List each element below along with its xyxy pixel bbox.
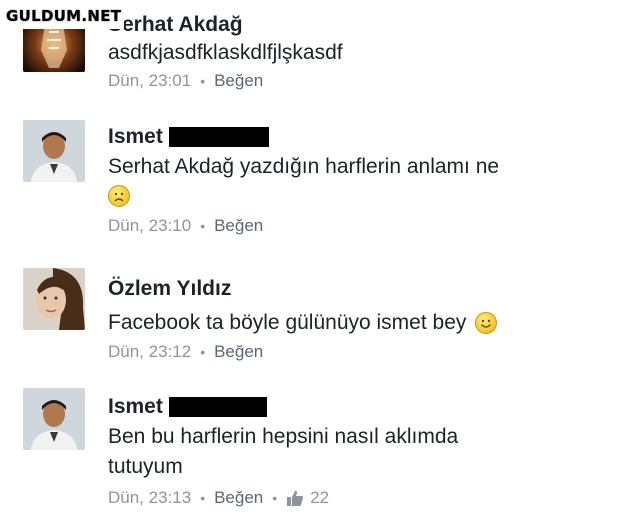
author-name[interactable]: Ismet <box>108 124 614 150</box>
like-button[interactable]: Beğen <box>214 486 263 510</box>
separator-dot: • <box>200 218 206 234</box>
avatar[interactable] <box>23 120 85 182</box>
author-name[interactable]: Ismet <box>108 394 614 420</box>
comment-text: Serhat Akdağ yazdığın harflerin anlamı n… <box>108 155 500 178</box>
avatar[interactable] <box>23 388 85 450</box>
comment-text: Facebook ta böyle gülünüyo ismet bey <box>108 308 614 338</box>
redaction-bar <box>168 397 267 417</box>
separator-dot: • <box>272 490 278 506</box>
separator-dot: • <box>200 490 206 506</box>
comment-text: Ben bu harflerin hepsini nasıl aklımda <box>108 425 459 448</box>
separator-dot: • <box>200 73 206 89</box>
like-button[interactable]: Beğen <box>214 69 263 93</box>
timestamp[interactable]: Dün, 23:01 <box>108 69 191 93</box>
comment-text-continued: tutuyum <box>108 455 183 478</box>
comment-meta: Dün, 23:12 • Beğen <box>108 340 614 364</box>
timestamp[interactable]: Dün, 23:12 <box>108 340 191 364</box>
author-name[interactable]: Özlem Yıldız <box>108 276 614 302</box>
author-name[interactable]: Serhat Akdağ <box>108 12 614 38</box>
smiley-face-icon <box>475 312 498 334</box>
watermark: GULDUM.NET <box>0 3 124 29</box>
like-count[interactable]: 22 <box>310 486 329 510</box>
separator-dot: • <box>200 344 206 360</box>
sad-face-icon <box>108 185 130 207</box>
timestamp[interactable]: Dün, 23:10 <box>108 214 191 238</box>
comment-text: asdfkjasdfklaskdlfjlşkasdf <box>108 41 343 64</box>
comment-meta: Dün, 23:01 • Beğen <box>108 69 614 93</box>
redaction-bar <box>168 127 269 147</box>
like-button[interactable]: Beğen <box>214 214 263 238</box>
timestamp[interactable]: Dün, 23:13 <box>108 486 191 510</box>
like-button[interactable]: Beğen <box>214 340 263 364</box>
comment-meta: Dün, 23:13 • Beğen • 22 <box>108 486 614 510</box>
comment-meta: Dün, 23:10 • Beğen <box>108 214 614 238</box>
avatar[interactable] <box>23 268 85 330</box>
thumbs-up-icon[interactable] <box>286 489 304 507</box>
